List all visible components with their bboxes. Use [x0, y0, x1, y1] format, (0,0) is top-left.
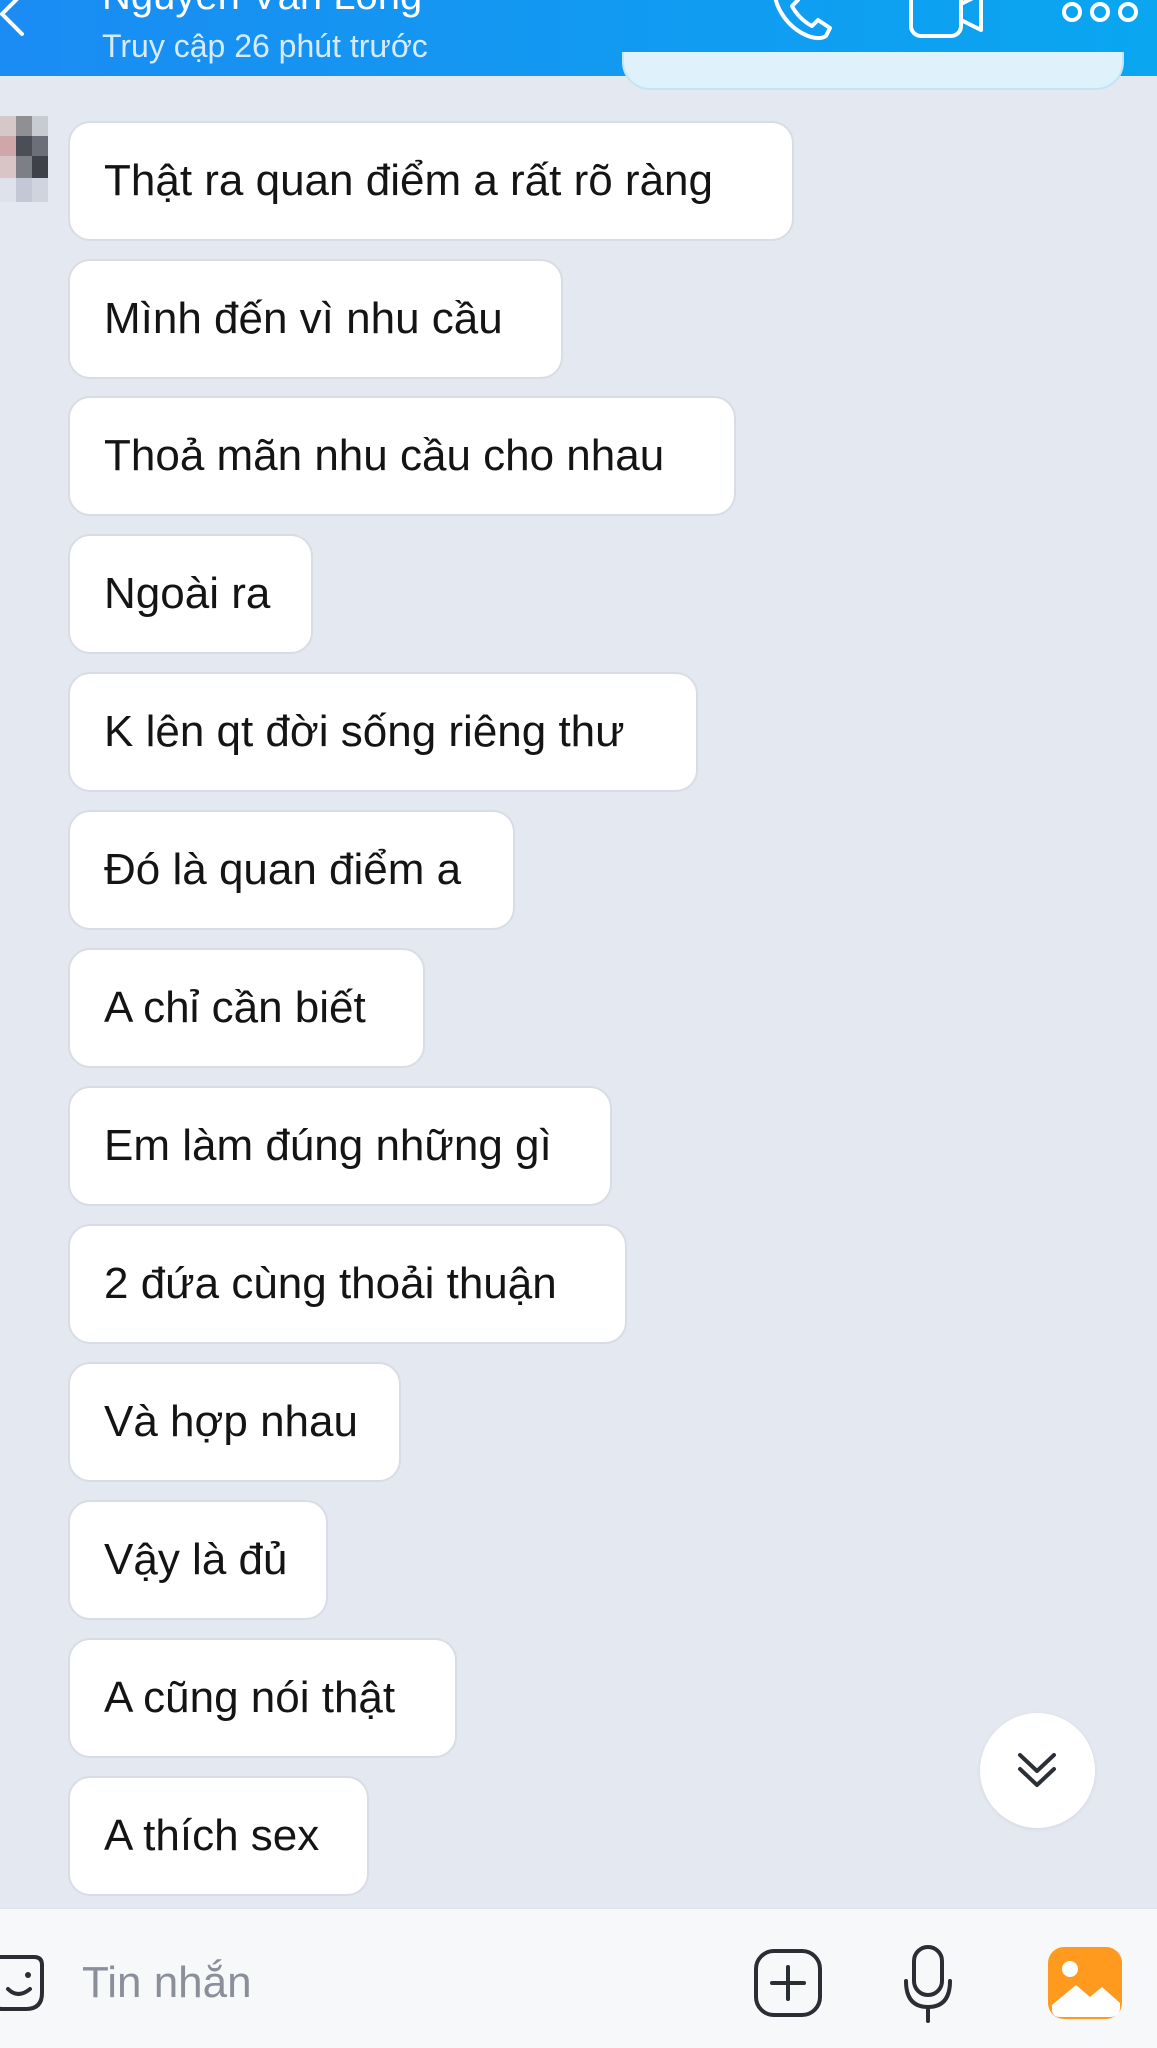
microphone-icon[interactable]	[900, 1943, 956, 2025]
plus-icon[interactable]	[752, 1947, 824, 2019]
message-bubble[interactable]: 2 đứa cùng thoải thuận	[68, 1224, 627, 1344]
message-bubble[interactable]: Đó là quan điểm a	[68, 810, 515, 930]
chat-screen: Nguyễn Văn Long Truy cập 26 phút trước	[0, 0, 1157, 2048]
message-bubble[interactable]: Thật ra quan điểm a rất rõ ràng	[68, 121, 794, 241]
sticker-icon[interactable]	[0, 1947, 48, 2019]
message-bubble[interactable]: Vậy là đủ	[68, 1500, 328, 1620]
message-bubble[interactable]: K lên qt đời sống riêng thư	[68, 672, 698, 792]
message-bubble[interactable]: Thoả mãn nhu cầu cho nhau	[68, 396, 736, 516]
message-bubble[interactable]: Mình đến vì nhu cầu	[68, 259, 563, 379]
double-chevron-down-icon	[1018, 1753, 1056, 1787]
message-bubble[interactable]: Em làm đúng những gì	[68, 1086, 612, 1206]
message-bubble[interactable]: A chỉ cần biết	[68, 948, 425, 1068]
scroll-to-bottom-button[interactable]	[980, 1713, 1095, 1828]
message-list[interactable]: Thật ra quan điểm a rất rõ ràng Mình đến…	[0, 0, 1157, 1900]
message-bubble[interactable]: Và hợp nhau	[68, 1362, 401, 1482]
message-input[interactable]	[82, 1953, 702, 2013]
message-bubble[interactable]: A thích sex	[68, 1776, 369, 1896]
message-composer	[0, 1908, 1157, 2048]
message-bubble[interactable]: Ngoài ra	[68, 534, 313, 654]
image-icon[interactable]	[1046, 1945, 1124, 2021]
message-bubble[interactable]: A cũng nói thật	[68, 1638, 457, 1758]
